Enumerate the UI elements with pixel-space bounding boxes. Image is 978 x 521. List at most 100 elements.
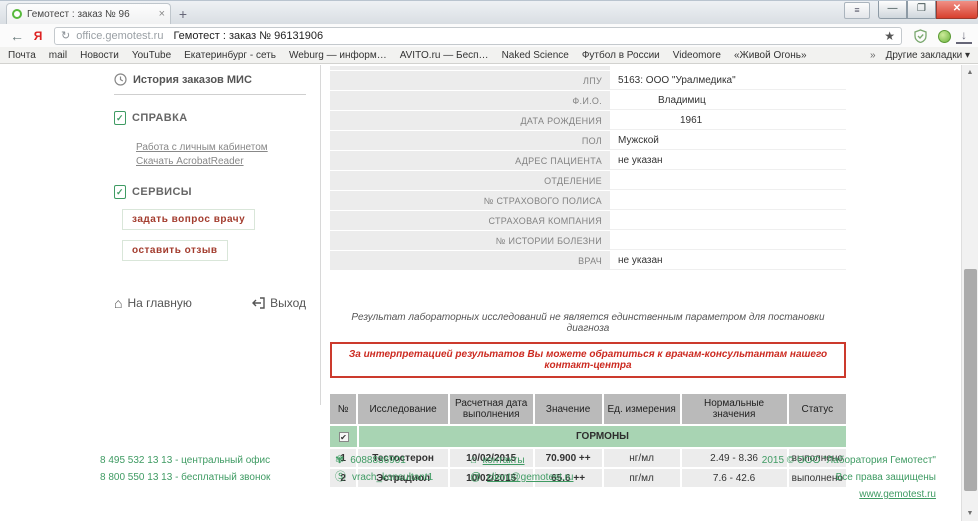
page-content: История заказов МИС ✓ СПРАВКА Работа с л… [0, 65, 961, 521]
url-host: office.gemotest.ru [76, 30, 163, 42]
field-value [610, 231, 846, 250]
patient-field-row: № ИСТОРИИ БОЛЕЗНИ [330, 231, 846, 250]
patient-field-row: АДРЕС ПАЦИЕНТА не указан [330, 151, 846, 170]
extension-icon[interactable] [932, 28, 956, 42]
disclaimer-text: Результат лабораторных исследований не я… [330, 312, 846, 334]
bookmark-item[interactable]: Новости [80, 50, 119, 61]
link-personal-cabinet[interactable]: Работа с личным кабинетом [136, 141, 306, 155]
column-header: Нормальные значения [682, 394, 787, 424]
reload-icon[interactable]: ↻ [61, 29, 70, 42]
maximize-button[interactable]: ❐ [907, 1, 936, 19]
bookmark-item[interactable]: «Живой Огонь» [734, 50, 807, 61]
help-heading-label: СПРАВКА [132, 112, 188, 124]
field-label: ОТДЕЛЕНИЕ [330, 171, 610, 190]
field-value [610, 171, 846, 190]
site-link[interactable]: www.gemotest.ru [859, 489, 936, 500]
column-header: Статус [789, 394, 846, 424]
bookmark-item[interactable]: Videomore [673, 50, 721, 61]
icq-number: 6088836901 [350, 455, 406, 466]
download-icon[interactable]: ↓ [956, 28, 972, 44]
group-name: ГОРМОНЫ [359, 426, 846, 447]
field-value: 5163: ООО "Уралмедика" [610, 71, 846, 90]
field-value: 1961 [610, 111, 846, 130]
minimize-button[interactable]: — [878, 1, 907, 19]
bookmark-item[interactable]: Екатеринбург - сеть [184, 50, 276, 61]
results-header-row: № Исследование Расчетная дата выполнения… [330, 394, 846, 424]
scroll-down-icon[interactable]: ▼ [962, 506, 978, 521]
link-download-acrobat[interactable]: Скачать AcrobatReader [136, 155, 306, 169]
ask-doctor-button[interactable]: задать вопрос врачу [122, 209, 255, 230]
clipboard-icon: ✓ [114, 185, 126, 199]
site-favicon-icon [12, 9, 22, 19]
field-label: № СТРАХОВОГО ПОЛИСА [330, 191, 610, 210]
scroll-up-icon[interactable]: ▲ [962, 65, 978, 80]
bookmark-item[interactable]: Футбол в России [582, 50, 660, 61]
contacts-link[interactable]: контакты [483, 455, 525, 466]
bookmarks-overflow-chevron[interactable]: » [870, 50, 876, 61]
scrollbar-thumb[interactable] [964, 269, 977, 491]
new-tab-button[interactable]: + [171, 4, 195, 24]
patient-field-row: ОТДЕЛЕНИЕ [330, 171, 846, 190]
clock-icon [114, 73, 127, 86]
exit-icon [252, 297, 265, 309]
url-page-title: Гемотест : заказ № 96131906 [173, 30, 323, 42]
field-value: не указан [610, 251, 846, 270]
clipboard-icon: ✓ [114, 111, 126, 125]
order-details: ЛПУ 5163: ООО "Уралмедика" Ф.И.О. Владим… [330, 65, 846, 489]
bookmark-item[interactable]: Naked Science [502, 50, 569, 61]
icq-icon: ✾ [335, 454, 344, 466]
field-value: Владимиц [610, 91, 846, 110]
field-value: не указан [610, 151, 846, 170]
home-icon: ⌂ [470, 454, 477, 466]
address-bar[interactable]: ↻ office.gemotest.ru Гемотест : заказ № … [54, 27, 902, 45]
patient-field-row: ВРАЧ не указан [330, 251, 846, 270]
warning-box: За интерпретацией результатов Вы можете … [330, 342, 846, 378]
clipped-form-row [330, 66, 610, 70]
sidebar-item-order-history[interactable]: История заказов МИС [114, 73, 306, 95]
bookmark-item[interactable]: YouTube [132, 50, 171, 61]
shield-icon[interactable] [908, 28, 932, 43]
sidebar-heading-help: ✓ СПРАВКА [114, 111, 306, 125]
tab-title: Гемотест : заказ № 96 [27, 9, 155, 20]
bookmarks-bar: Почта mail Новости YouTube Екатеринбург … [0, 47, 978, 64]
group-checkbox[interactable]: ✔ [339, 432, 349, 442]
bookmark-star-icon[interactable]: ★ [884, 29, 895, 43]
exit-label: Выход [270, 296, 306, 310]
field-label: АДРЕС ПАЦИЕНТА [330, 151, 610, 170]
skype-login: vrach_konsultant1 [352, 472, 433, 483]
leave-feedback-button[interactable]: оставить отзыв [122, 240, 228, 261]
services-heading-label: СЕРВИСЫ [132, 186, 192, 198]
tab-list-button[interactable]: ≡ [844, 2, 870, 19]
phone-central-office: 8 495 532 13 13 - центральный офис [100, 452, 335, 469]
field-value [610, 211, 846, 230]
close-tab-icon[interactable]: × [159, 8, 165, 20]
bookmark-item[interactable]: Weburg — информ… [289, 50, 387, 61]
back-icon[interactable]: ← [6, 28, 28, 44]
patient-field-row: ДАТА РОЖДЕНИЯ 1961 [330, 111, 846, 130]
patient-field-row: № СТРАХОВОГО ПОЛИСА [330, 191, 846, 210]
column-header: Исследование [358, 394, 447, 424]
sidebar: История заказов МИС ✓ СПРАВКА Работа с л… [100, 65, 321, 405]
copyright-text: 2015 © ООО "Лаборатория Гемотест" [762, 452, 936, 469]
group-checkbox-cell: ✔ [330, 426, 357, 447]
bookmark-item[interactable]: Почта [8, 50, 36, 61]
home-label: На главную [127, 296, 191, 310]
patient-field-row: Ф.И.О. Владимиц [330, 91, 846, 110]
logout-link[interactable]: Выход [252, 295, 306, 311]
window-controls: ≡ — ❐ ✕ [844, 1, 978, 20]
field-label: Ф.И.О. [330, 91, 610, 110]
browser-tab[interactable]: Гемотест : заказ № 96 × [6, 3, 171, 24]
close-button[interactable]: ✕ [936, 1, 978, 19]
home-link[interactable]: ⌂ На главную [114, 295, 192, 311]
bookmark-item[interactable]: AVITO.ru — Бесп… [400, 50, 489, 61]
other-bookmarks-button[interactable]: Другие закладки ▾ [886, 50, 970, 61]
bookmark-item[interactable]: mail [49, 50, 67, 61]
field-label: ЛПУ [330, 71, 610, 90]
field-label: № ИСТОРИИ БОЛЕЗНИ [330, 231, 610, 250]
field-label: ВРАЧ [330, 251, 610, 270]
vertical-scrollbar[interactable]: ▲ ▼ [961, 65, 978, 521]
browser-toolbar: ← Я ↻ office.gemotest.ru Гемотест : зака… [0, 24, 978, 47]
email-link[interactable]: client@gemotest.ru [487, 472, 573, 483]
yandex-icon[interactable]: Я [28, 29, 48, 43]
email-icon: @ [470, 471, 481, 483]
